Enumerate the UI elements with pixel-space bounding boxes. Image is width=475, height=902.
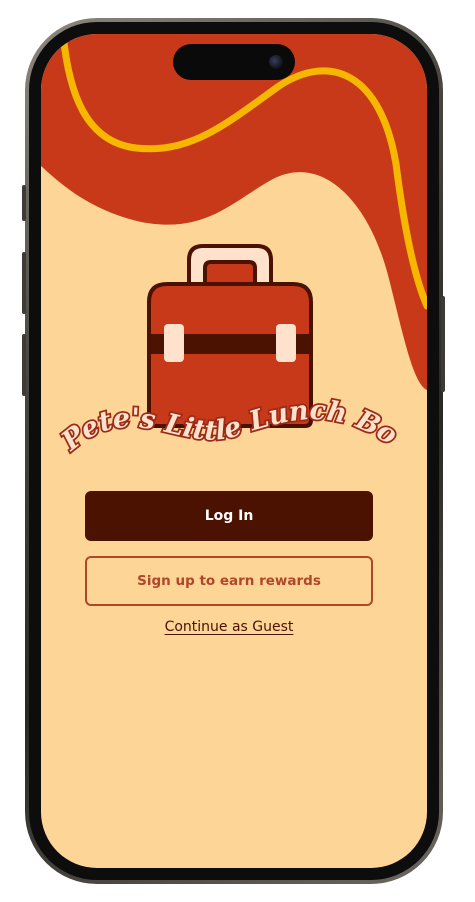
device-mockup: Pete's Little Lunch Box Log In Sign up t…	[0, 0, 475, 902]
continue-as-guest-link[interactable]: Continue as Guest	[85, 619, 373, 635]
brand-name: Pete's Little Lunch Box	[41, 34, 403, 458]
brand-logo: Pete's Little Lunch Box	[41, 34, 404, 459]
welcome-screen: Pete's Little Lunch Box Log In Sign up t…	[41, 34, 427, 868]
action-button	[22, 185, 26, 221]
volume-up-button	[22, 252, 26, 314]
signup-button[interactable]: Sign up to earn rewards	[85, 556, 373, 606]
login-button[interactable]: Log In	[85, 491, 373, 541]
power-button	[441, 296, 445, 392]
volume-down-button	[22, 334, 26, 396]
